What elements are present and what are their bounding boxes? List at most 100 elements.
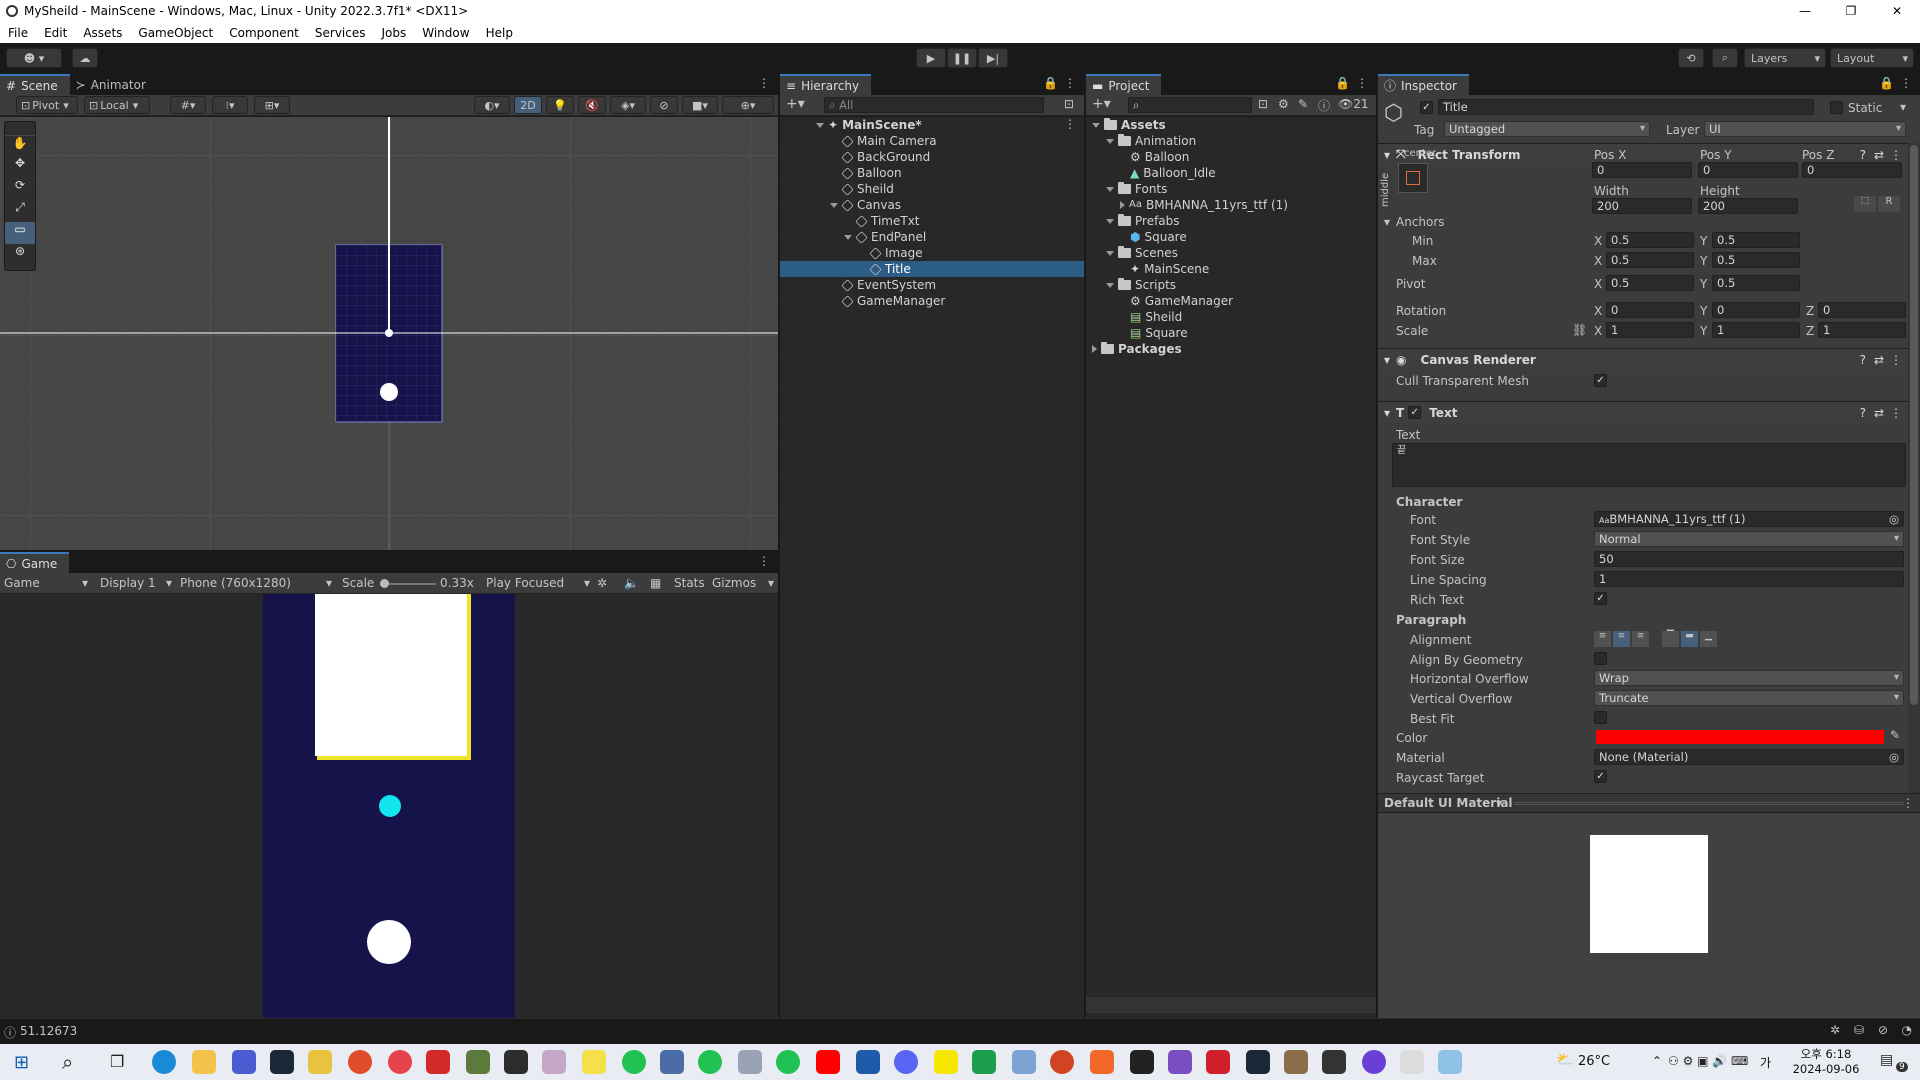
horizontal-overflow-dropdown[interactable]: Wrap xyxy=(1594,670,1904,686)
drag-handle[interactable] xyxy=(1514,802,1904,805)
tree-row[interactable]: GameManager xyxy=(841,293,945,309)
pause-button[interactable]: ❚❚ xyxy=(947,48,977,68)
line-icon[interactable] xyxy=(622,1050,646,1074)
maximize-button[interactable]: ❐ xyxy=(1828,0,1874,22)
unity-icon[interactable] xyxy=(1322,1050,1346,1074)
lock-icon[interactable]: 🔒 xyxy=(1879,76,1894,90)
status-message[interactable]: 51.12673 xyxy=(20,1024,77,1038)
debug-icon[interactable]: ✲ xyxy=(1830,1023,1840,1037)
tab-project[interactable]: ▬ Project xyxy=(1086,74,1162,95)
settings-icon[interactable] xyxy=(1400,1050,1424,1074)
kebab-menu-icon[interactable]: ⋮ xyxy=(758,554,770,568)
steam-icon[interactable] xyxy=(1246,1050,1270,1074)
hierarchy-search-input[interactable]: ⌕ All xyxy=(824,97,1044,113)
label-icon[interactable]: ✎ xyxy=(1298,97,1308,111)
inspector-scrollbar-thumb[interactable] xyxy=(1910,145,1918,705)
tab-inspector[interactable]: ⓘ Inspector xyxy=(1378,74,1469,95)
transform-tool-icon[interactable]: ⊛ xyxy=(5,244,35,266)
tray-icons[interactable]: ⚇ ⚙ ▣ 🔊 ⌨ xyxy=(1668,1054,1748,1068)
preview-header[interactable]: Default UI Material ▾ ⋮ xyxy=(1378,793,1920,813)
tree-row[interactable]: Main Camera xyxy=(841,133,937,149)
pivot-x-field[interactable]: 0.5 xyxy=(1606,275,1694,291)
app-icon[interactable] xyxy=(660,1050,684,1074)
active-checkbox[interactable]: ✓ xyxy=(1420,101,1433,114)
camera-button[interactable]: ■▾ xyxy=(682,96,718,114)
scale-slider[interactable] xyxy=(380,579,436,588)
tree-row[interactable]: Balloon xyxy=(841,165,902,181)
grid-snap-button[interactable]: #▾ xyxy=(170,96,206,114)
tree-row[interactable]: ▤ Sheild xyxy=(1130,309,1182,325)
unity-hub-icon[interactable] xyxy=(1130,1050,1154,1074)
rotate-tool-icon[interactable]: ⟳ xyxy=(5,178,35,200)
best-fit-checkbox[interactable] xyxy=(1594,711,1607,724)
audio-icon[interactable]: 🔈 xyxy=(624,576,639,590)
rotation-x-field[interactable]: 0 xyxy=(1606,302,1694,318)
help-icon[interactable]: ? xyxy=(1860,406,1866,420)
static-checkbox[interactable] xyxy=(1830,101,1843,114)
align-right-icon[interactable]: ≡ xyxy=(1632,631,1649,647)
search-by-type-icon[interactable]: ⊡ xyxy=(1258,97,1268,111)
posx-field[interactable]: 0 xyxy=(1592,162,1692,178)
app-icon[interactable] xyxy=(1362,1050,1386,1074)
width-field[interactable]: 200 xyxy=(1592,198,1692,214)
visual-studio-icon[interactable] xyxy=(1168,1050,1192,1074)
align-bottom-icon[interactable]: ▁ xyxy=(1700,631,1717,647)
align-left-icon[interactable]: ≡ xyxy=(1594,631,1611,647)
tab-game[interactable]: ⎔ Game xyxy=(0,552,70,573)
scale-y-field[interactable]: 1 xyxy=(1712,322,1800,338)
tree-row[interactable]: ✦ MainScene* xyxy=(816,117,922,133)
help-icon[interactable]: ? xyxy=(1860,353,1866,367)
color-swatch[interactable] xyxy=(1596,730,1884,744)
app-icon[interactable] xyxy=(542,1050,566,1074)
game-view[interactable] xyxy=(0,594,778,1018)
clock[interactable]: 오후 6:18 2024-09-06 xyxy=(1788,1047,1864,1077)
play-mode-dropdown[interactable]: Play Focused ▾ xyxy=(486,576,590,590)
steam-icon[interactable] xyxy=(270,1050,294,1074)
tab-scene[interactable]: # Scene xyxy=(0,74,70,95)
tree-row[interactable]: Scripts xyxy=(1106,277,1176,293)
tree-row[interactable]: ▲ Balloon_Idle xyxy=(1130,165,1216,181)
chevron-down-icon[interactable]: ▾ xyxy=(1384,215,1390,229)
tag-dropdown[interactable]: Untagged xyxy=(1444,121,1650,137)
layers-dropdown[interactable]: Layers ▾ xyxy=(1744,48,1826,68)
vertical-overflow-dropdown[interactable]: Truncate xyxy=(1594,690,1904,706)
balloon-object[interactable] xyxy=(380,383,398,401)
align-center-icon[interactable]: ≡ xyxy=(1613,631,1630,647)
cull-checkbox[interactable]: ✓ xyxy=(1594,374,1607,387)
tree-row[interactable]: EndPanel xyxy=(844,229,926,245)
app-icon[interactable] xyxy=(972,1050,996,1074)
app-icon[interactable] xyxy=(348,1050,372,1074)
chevron-down-icon[interactable]: ▾ xyxy=(1900,100,1906,114)
font-style-dropdown[interactable]: Normal xyxy=(1594,531,1904,547)
local-dropdown[interactable]: ⊡ Local ▾ xyxy=(84,96,150,114)
menu-window[interactable]: Window xyxy=(422,26,469,40)
kebab-menu-icon[interactable]: ⋮ xyxy=(1356,76,1368,90)
app-icon[interactable] xyxy=(232,1050,256,1074)
anchor-max-y-field[interactable]: 0.5 xyxy=(1712,252,1800,268)
tree-row[interactable]: EventSystem xyxy=(841,277,936,293)
kebab-menu-icon[interactable]: ⋮ xyxy=(1064,76,1076,90)
filter-icon[interactable]: ⚙ xyxy=(1278,97,1289,111)
app-icon[interactable] xyxy=(1090,1050,1114,1074)
menu-edit[interactable]: Edit xyxy=(44,26,67,40)
tab-hierarchy[interactable]: ≡ Hierarchy xyxy=(780,74,872,95)
tree-row[interactable]: ▤ Square xyxy=(1130,325,1188,341)
resolution-dropdown[interactable]: Phone (760x1280) ▾ xyxy=(180,576,332,590)
tab-animator[interactable]: ≻ Animator xyxy=(70,74,158,95)
play-button[interactable]: ▶ xyxy=(916,48,946,68)
tree-row[interactable]: Sheild xyxy=(841,181,894,197)
weather-icon[interactable]: ⛅ xyxy=(1556,1052,1573,1068)
tree-row[interactable]: Fonts xyxy=(1106,181,1167,197)
anchor-preset-button[interactable] xyxy=(1398,163,1428,193)
youtube-icon[interactable] xyxy=(816,1050,840,1074)
menu-component[interactable]: Component xyxy=(229,26,299,40)
search-options-icon[interactable]: ⊡ xyxy=(1064,97,1074,111)
kebab-menu-icon[interactable]: ⋮ xyxy=(1064,117,1076,131)
progress-icon[interactable]: ◔ xyxy=(1902,1023,1912,1037)
tree-row[interactable]: ⬢ Square xyxy=(1130,229,1187,245)
line-icon[interactable] xyxy=(698,1050,722,1074)
mode-2d-button[interactable]: 2D xyxy=(514,96,542,114)
hand-tool-icon[interactable]: ✋ xyxy=(5,136,35,156)
app-icon[interactable] xyxy=(308,1050,332,1074)
align-middle-icon[interactable]: ▬ xyxy=(1681,631,1698,647)
